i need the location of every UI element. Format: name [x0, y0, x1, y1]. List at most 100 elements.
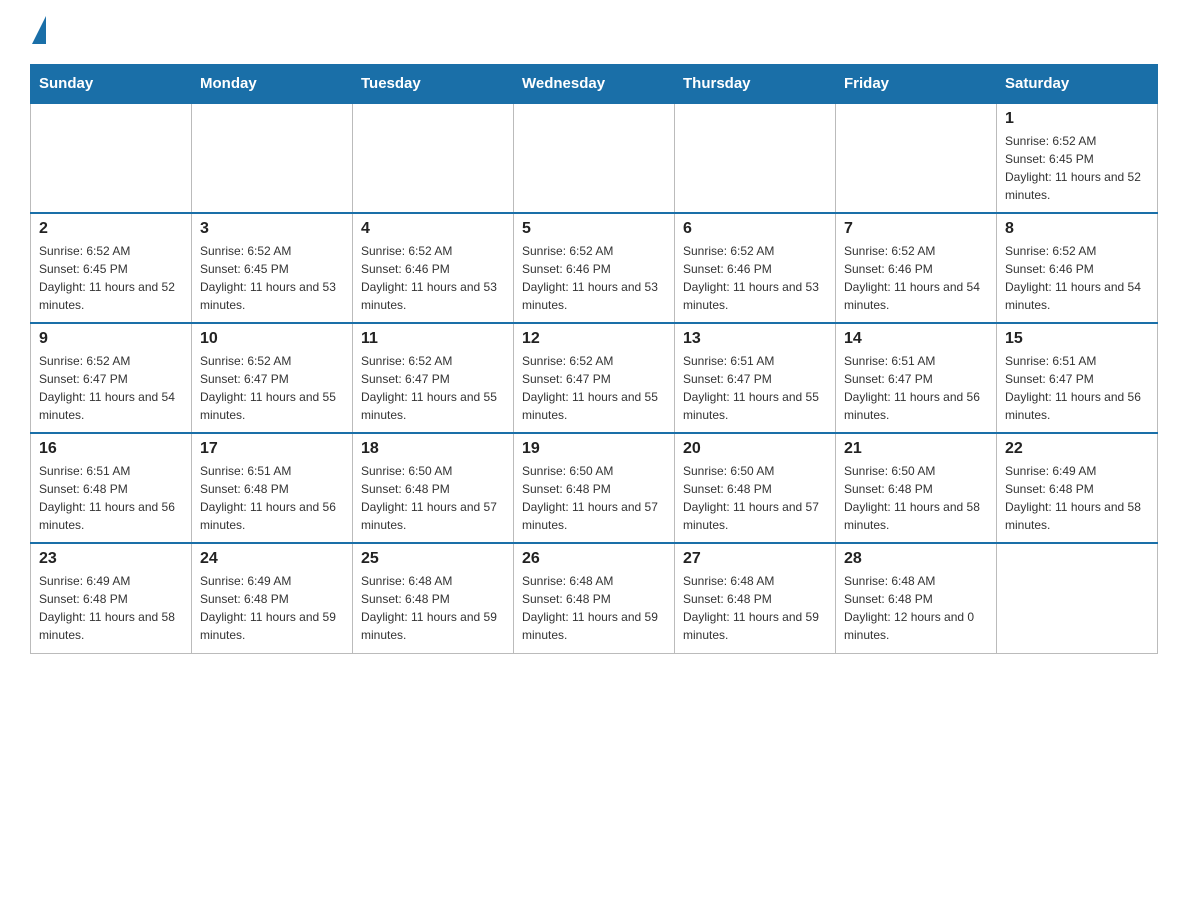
day-info: Sunrise: 6:52 AM Sunset: 6:47 PM Dayligh… — [522, 352, 666, 424]
calendar-cell: 4Sunrise: 6:52 AM Sunset: 6:46 PM Daylig… — [353, 213, 514, 323]
calendar-cell: 25 Sunrise: 6:48 AM Sunset: 6:48 PM Dayli… — [353, 543, 514, 653]
calendar-cell: 21 Sunrise: 6:50 AM Sunset: 6:48 PM Dayli… — [836, 433, 997, 543]
calendar-cell: 8 Sunrise: 6:52 AM Sunset: 6:46 PM Daylig… — [997, 213, 1158, 323]
day-info: Sunrise: 6:51 AM Sunset: 6:47 PM Dayligh… — [683, 352, 827, 424]
day-info: Sunrise: 6:49 AM Sunset: 6:48 PM Dayligh… — [39, 572, 183, 644]
day-number: 10 — [200, 330, 344, 348]
calendar-header-row: SundayMondayTuesdayWednesdayThursdayFrid… — [31, 65, 1158, 104]
calendar-week-row: 1 Sunrise: 6:52 AM Sunset: 6:45 PM Daylig… — [31, 103, 1158, 213]
calendar-cell: 14 Sunrise: 6:51 AM Sunset: 6:47 PM Dayli… — [836, 323, 997, 433]
day-number: 8 — [1005, 220, 1149, 238]
day-number: 19 — [522, 440, 666, 458]
day-info: Sunrise: 6:52 AM Sunset: 6:47 PM Dayligh… — [200, 352, 344, 424]
day-number: 7 — [844, 220, 988, 238]
day-info: Sunrise: 6:52 AM Sunset: 6:45 PM Dayligh… — [39, 242, 183, 314]
day-number: 5 — [522, 220, 666, 238]
calendar-week-row: 23 Sunrise: 6:49 AM Sunset: 6:48 PM Dayli… — [31, 543, 1158, 653]
day-number: 20 — [683, 440, 827, 458]
calendar-cell: 5 Sunrise: 6:52 AM Sunset: 6:46 PM Daylig… — [514, 213, 675, 323]
calendar-cell: 20 Sunrise: 6:50 AM Sunset: 6:48 PM Dayli… — [675, 433, 836, 543]
calendar-cell: 19Sunrise: 6:50 AM Sunset: 6:48 PM Dayli… — [514, 433, 675, 543]
day-number: 27 — [683, 550, 827, 568]
calendar-cell: 12 Sunrise: 6:52 AM Sunset: 6:47 PM Dayli… — [514, 323, 675, 433]
day-number: 12 — [522, 330, 666, 348]
calendar-cell: 17 Sunrise: 6:51 AM Sunset: 6:48 PM Dayli… — [192, 433, 353, 543]
calendar-cell: 10 Sunrise: 6:52 AM Sunset: 6:47 PM Dayli… — [192, 323, 353, 433]
day-number: 15 — [1005, 330, 1149, 348]
day-info: Sunrise: 6:51 AM Sunset: 6:47 PM Dayligh… — [1005, 352, 1149, 424]
day-info: Sunrise: 6:52 AM Sunset: 6:45 PM Dayligh… — [200, 242, 344, 314]
calendar-cell — [514, 103, 675, 213]
day-info: Sunrise: 6:52 AM Sunset: 6:45 PM Dayligh… — [1005, 132, 1149, 204]
day-number: 18 — [361, 440, 505, 458]
day-number: 17 — [200, 440, 344, 458]
day-number: 9 — [39, 330, 183, 348]
calendar-cell — [31, 103, 192, 213]
weekday-header-wednesday: Wednesday — [514, 65, 675, 104]
day-info: Sunrise: 6:52 AM Sunset: 6:46 PM Dayligh… — [683, 242, 827, 314]
day-number: 6 — [683, 220, 827, 238]
day-number: 22 — [1005, 440, 1149, 458]
day-info: Sunrise: 6:48 AM Sunset: 6:48 PM Dayligh… — [361, 572, 505, 644]
day-number: 2 — [39, 220, 183, 238]
calendar-cell: 9 Sunrise: 6:52 AM Sunset: 6:47 PM Daylig… — [31, 323, 192, 433]
calendar-cell: 1 Sunrise: 6:52 AM Sunset: 6:45 PM Daylig… — [997, 103, 1158, 213]
calendar-cell: 22 Sunrise: 6:49 AM Sunset: 6:48 PM Dayli… — [997, 433, 1158, 543]
day-info: Sunrise: 6:51 AM Sunset: 6:48 PM Dayligh… — [200, 462, 344, 534]
day-number: 14 — [844, 330, 988, 348]
day-info: Sunrise: 6:51 AM Sunset: 6:47 PM Dayligh… — [844, 352, 988, 424]
calendar-week-row: 9 Sunrise: 6:52 AM Sunset: 6:47 PM Daylig… — [31, 323, 1158, 433]
calendar-cell — [192, 103, 353, 213]
day-info: Sunrise: 6:52 AM Sunset: 6:47 PM Dayligh… — [361, 352, 505, 424]
weekday-header-sunday: Sunday — [31, 65, 192, 104]
day-number: 4 — [361, 220, 505, 238]
calendar-cell: 24Sunrise: 6:49 AM Sunset: 6:48 PM Dayli… — [192, 543, 353, 653]
calendar-week-row: 16 Sunrise: 6:51 AM Sunset: 6:48 PM Dayli… — [31, 433, 1158, 543]
calendar-cell: 27 Sunrise: 6:48 AM Sunset: 6:48 PM Dayli… — [675, 543, 836, 653]
day-number: 1 — [1005, 110, 1149, 128]
calendar-cell: 6 Sunrise: 6:52 AM Sunset: 6:46 PM Daylig… — [675, 213, 836, 323]
page-header — [30, 20, 1158, 44]
day-number: 13 — [683, 330, 827, 348]
calendar-cell: 2 Sunrise: 6:52 AM Sunset: 6:45 PM Daylig… — [31, 213, 192, 323]
calendar-cell: 11 Sunrise: 6:52 AM Sunset: 6:47 PM Dayli… — [353, 323, 514, 433]
day-info: Sunrise: 6:52 AM Sunset: 6:46 PM Dayligh… — [844, 242, 988, 314]
calendar-table: SundayMondayTuesdayWednesdayThursdayFrid… — [30, 64, 1158, 654]
calendar-cell — [997, 543, 1158, 653]
weekday-header-friday: Friday — [836, 65, 997, 104]
calendar-cell: 16 Sunrise: 6:51 AM Sunset: 6:48 PM Dayli… — [31, 433, 192, 543]
calendar-cell: 7 Sunrise: 6:52 AM Sunset: 6:46 PM Daylig… — [836, 213, 997, 323]
day-info: Sunrise: 6:51 AM Sunset: 6:48 PM Dayligh… — [39, 462, 183, 534]
day-number: 25 — [361, 550, 505, 568]
logo — [30, 20, 48, 44]
day-info: Sunrise: 6:52 AM Sunset: 6:46 PM Dayligh… — [522, 242, 666, 314]
calendar-cell: 28 Sunrise: 6:48 AM Sunset: 6:48 PM Dayli… — [836, 543, 997, 653]
day-info: Sunrise: 6:49 AM Sunset: 6:48 PM Dayligh… — [1005, 462, 1149, 534]
weekday-header-thursday: Thursday — [675, 65, 836, 104]
day-info: Sunrise: 6:52 AM Sunset: 6:46 PM Dayligh… — [1005, 242, 1149, 314]
day-number: 3 — [200, 220, 344, 238]
calendar-cell — [836, 103, 997, 213]
calendar-cell: 13 Sunrise: 6:51 AM Sunset: 6:47 PM Dayli… — [675, 323, 836, 433]
day-number: 28 — [844, 550, 988, 568]
day-info: Sunrise: 6:48 AM Sunset: 6:48 PM Dayligh… — [683, 572, 827, 644]
weekday-header-tuesday: Tuesday — [353, 65, 514, 104]
calendar-cell: 18 Sunrise: 6:50 AM Sunset: 6:48 PM Dayli… — [353, 433, 514, 543]
day-info: Sunrise: 6:50 AM Sunset: 6:48 PM Dayligh… — [844, 462, 988, 534]
logo-triangle-icon — [32, 16, 46, 44]
calendar-cell: 15 Sunrise: 6:51 AM Sunset: 6:47 PM Dayli… — [997, 323, 1158, 433]
calendar-cell — [675, 103, 836, 213]
day-info: Sunrise: 6:49 AM Sunset: 6:48 PM Dayligh… — [200, 572, 344, 644]
calendar-cell — [353, 103, 514, 213]
day-info: Sunrise: 6:50 AM Sunset: 6:48 PM Dayligh… — [361, 462, 505, 534]
weekday-header-saturday: Saturday — [997, 65, 1158, 104]
calendar-cell: 3 Sunrise: 6:52 AM Sunset: 6:45 PM Daylig… — [192, 213, 353, 323]
day-number: 11 — [361, 330, 505, 348]
day-info: Sunrise: 6:50 AM Sunset: 6:48 PM Dayligh… — [683, 462, 827, 534]
day-info: Sunrise: 6:52 AM Sunset: 6:47 PM Dayligh… — [39, 352, 183, 424]
day-number: 23 — [39, 550, 183, 568]
day-number: 21 — [844, 440, 988, 458]
weekday-header-monday: Monday — [192, 65, 353, 104]
day-info: Sunrise: 6:48 AM Sunset: 6:48 PM Dayligh… — [844, 572, 988, 644]
day-number: 16 — [39, 440, 183, 458]
